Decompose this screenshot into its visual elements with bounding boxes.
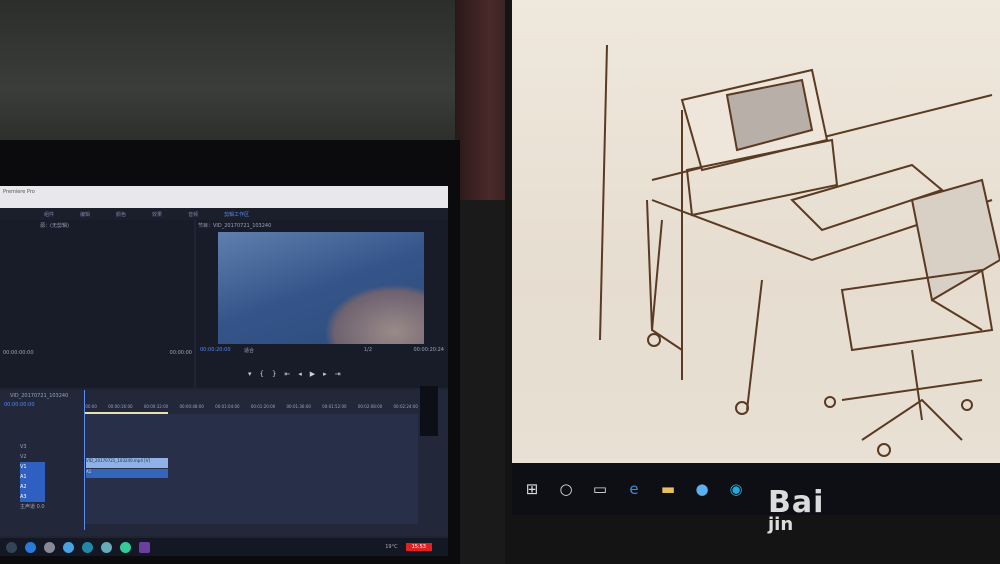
menu-item[interactable]: 编辑 xyxy=(80,212,90,218)
watermark-logo: Bai jin xyxy=(768,485,825,535)
track-label[interactable]: 主声道 xyxy=(20,504,35,510)
premiere-icon[interactable] xyxy=(139,541,150,553)
clip-name: A1 xyxy=(86,469,92,474)
timeline-ruler[interactable]: :00:00 00:00:16:00 00:00:32:00 00:00:48:00 0… xyxy=(84,404,418,409)
sequence-name: VID_20170721_103240 xyxy=(10,393,69,399)
edge-icon[interactable] xyxy=(25,541,36,553)
master-track: 主声道 0.0 xyxy=(20,502,45,512)
menu-item[interactable]: 组件 xyxy=(44,212,54,218)
workspace-menu: 组件 编辑 颜色 效果 音频 剪辑工作区 xyxy=(0,208,448,220)
audio-clip[interactable]: A1 xyxy=(86,469,168,478)
clock: 15:53 xyxy=(405,543,432,551)
app-title: Premiere Pro xyxy=(3,189,35,195)
edge-icon[interactable]: e xyxy=(624,479,644,499)
track-label[interactable]: A2 xyxy=(20,482,45,492)
audio-meter xyxy=(420,386,438,436)
background-curtain xyxy=(0,0,460,150)
video-preview xyxy=(218,232,424,344)
temperature: 19°C xyxy=(385,544,398,550)
browser-icon[interactable]: ◉ xyxy=(726,479,746,499)
ruler-tick: 00:00:32:00 xyxy=(143,404,169,409)
master-value[interactable]: 0.0 xyxy=(37,504,45,510)
source-title: 源：(无剪辑) xyxy=(40,223,69,229)
menu-item-active[interactable]: 剪辑工作区 xyxy=(224,212,249,218)
menu-item[interactable]: 音频 xyxy=(188,212,198,218)
video-clip[interactable]: VID_20170721_103240.mp4 [V] xyxy=(86,458,168,468)
timeline-timecode[interactable]: 00:00:00:00 xyxy=(4,402,35,408)
track-label[interactable]: V2 xyxy=(20,452,45,462)
rock-image xyxy=(324,284,424,344)
start-icon[interactable] xyxy=(6,541,17,553)
ruler-tick: 00:02:08:00 xyxy=(357,404,383,409)
task-view-icon[interactable]: ▭ xyxy=(590,479,610,499)
program-duration: 00:00:20:24 xyxy=(413,347,444,353)
ruler-tick: 00:00:48:00 xyxy=(179,404,204,409)
left-monitor-screen: Premiere Pro 组件 编辑 颜色 效果 音频 剪辑工作区 源：(无剪辑) 00:… xyxy=(0,186,448,556)
ruler-tick: 00:01:20:00 xyxy=(250,404,276,409)
explorer-icon[interactable] xyxy=(44,541,55,553)
playhead[interactable] xyxy=(84,390,85,530)
ruler-tick: :00:00 xyxy=(84,404,97,409)
source-monitor: 源：(无剪辑) 00:00:00:00 00:00:00 xyxy=(0,220,194,388)
timeline-panel: VID_20170721_103240 00:00:00:00 :00:00 00… xyxy=(0,390,448,536)
menu-item[interactable]: 颜色 xyxy=(116,212,126,218)
cortana-icon[interactable]: ○ xyxy=(556,479,576,499)
ruler-tick: 00:02:24:00 xyxy=(393,404,418,409)
explorer-icon[interactable]: ▬ xyxy=(658,479,678,499)
program-monitor: 节目：VID_20170721_103240 00:00:20:00 适合 1/… xyxy=(196,220,448,388)
windows-icon[interactable]: ⊞ xyxy=(522,479,542,499)
wechat-icon[interactable] xyxy=(120,541,131,553)
ruler-tick: 00:01:36:00 xyxy=(286,404,311,409)
track-label[interactable]: A1 xyxy=(20,472,45,482)
source-duration: 00:00:00 xyxy=(169,350,192,356)
title-bar: Premiere Pro xyxy=(0,186,448,208)
program-title: 节目：VID_20170721_103240 xyxy=(198,223,272,229)
app-icon[interactable] xyxy=(63,541,74,553)
left-taskbar: 19°C 15:53 xyxy=(0,538,448,556)
track-label[interactable]: A3 xyxy=(20,492,45,502)
right-monitor-screen xyxy=(512,0,1000,470)
cloud-icon[interactable] xyxy=(101,541,112,553)
program-timecode[interactable]: 00:00:20:00 xyxy=(200,347,231,353)
quality-dropdown[interactable]: 1/2 xyxy=(364,347,372,353)
ruler-tick: 00:00:16:00 xyxy=(108,404,133,409)
app-icon[interactable]: ● xyxy=(692,479,712,499)
desk-sketch xyxy=(599,44,1000,457)
browser-icon[interactable] xyxy=(82,541,93,553)
clip-name: VID_20170721_103240.mp4 [V] xyxy=(86,458,151,463)
ruler-tick: 00:01:52:00 xyxy=(322,404,347,409)
track-label[interactable]: V1 xyxy=(20,462,45,472)
playback-controls[interactable]: ▾{}⇤◂▶▸⇥ xyxy=(248,370,349,378)
ruler-tick: 00:01:04:00 xyxy=(215,404,240,409)
menu-item[interactable]: 效果 xyxy=(152,212,162,218)
source-timecode: 00:00:00:00 xyxy=(3,350,34,356)
track-headers: V3 V2 V1 A1 A2 A3 主声道 0.0 xyxy=(20,442,45,512)
work-area-bar[interactable] xyxy=(84,412,168,414)
fit-dropdown[interactable]: 适合 xyxy=(244,347,254,354)
track-label[interactable]: V3 xyxy=(20,442,45,452)
